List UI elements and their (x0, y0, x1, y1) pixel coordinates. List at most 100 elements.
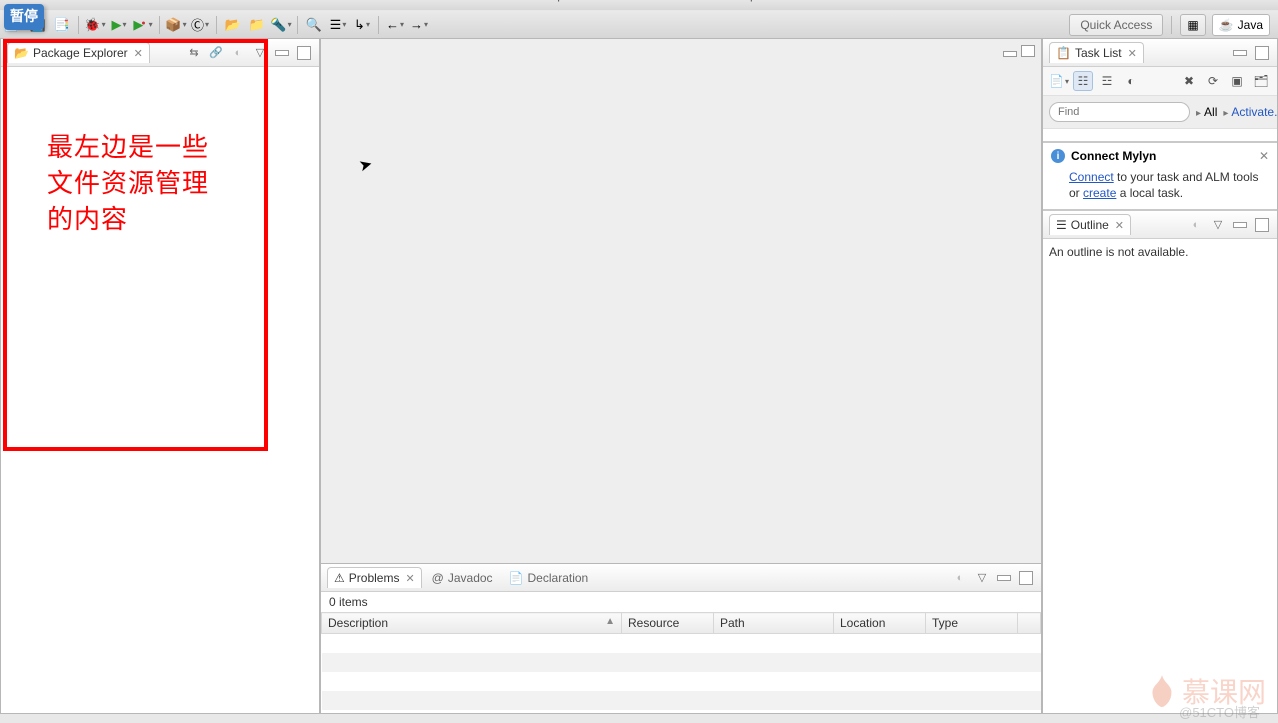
connect-mylyn-panel: i Connect Mylyn ✕ Connect to your task a… (1043, 142, 1277, 210)
tab-problems[interactable]: ⚠ Problems ✕ (327, 567, 422, 588)
save-all-button[interactable]: 📑 (52, 15, 72, 35)
categorized-icon[interactable]: ☷ (1073, 71, 1093, 91)
table-row (322, 691, 1041, 710)
tab-outline[interactable]: ☰ Outline ✕ (1049, 214, 1131, 235)
annotation-text: 最左边是一些 文件资源管理 的内容 (47, 129, 209, 237)
toggle-mark-button[interactable]: 🔍 (304, 15, 324, 35)
new-task-button[interactable]: 📄 (1049, 71, 1069, 91)
minimize-icon[interactable] (1231, 216, 1249, 234)
outline-view: ☰ Outline ✕ ◐ ▽ An outline is not availa… (1043, 210, 1277, 713)
maximize-icon[interactable] (1253, 44, 1271, 62)
perspective-java[interactable]: ☕ Java (1212, 14, 1270, 36)
maximize-icon[interactable] (1017, 569, 1035, 587)
toolbar-separator (78, 16, 79, 34)
activate-task-link[interactable]: Activate.... (1223, 105, 1278, 119)
maximize-icon[interactable] (1253, 216, 1271, 234)
focus-task-icon[interactable]: ◐ (951, 569, 969, 587)
run-last-button[interactable]: ▶ (133, 15, 153, 35)
mylyn-title: Connect Mylyn (1071, 149, 1156, 163)
link-editor-icon[interactable]: 🔗 (207, 44, 225, 62)
collapse-all-icon[interactable]: ⇆ (185, 44, 203, 62)
toolbar-separator (216, 16, 217, 34)
task-list-icon: 📋 (1056, 46, 1071, 60)
forward-button[interactable]: → (409, 15, 429, 35)
task-find-input[interactable] (1049, 102, 1190, 122)
quick-access-field[interactable]: Quick Access (1069, 14, 1163, 36)
sort-asc-icon: ▲ (605, 616, 615, 627)
col-type[interactable]: Type (926, 613, 1018, 634)
info-icon: i (1051, 149, 1065, 163)
close-icon[interactable]: ✕ (405, 572, 414, 585)
tab-package-explorer[interactable]: 📂 Package Explorer ✕ (7, 42, 150, 63)
annotation-nav-button[interactable]: ☰ (328, 15, 348, 35)
hide-completed-icon[interactable]: ✖ (1179, 71, 1199, 91)
focus-task-icon[interactable]: ◐ (229, 44, 247, 62)
outline-header: ☰ Outline ✕ ◐ ▽ (1043, 211, 1277, 239)
minimize-icon[interactable] (995, 569, 1013, 587)
maximize-icon[interactable] (295, 44, 313, 62)
window-titlebar: Java - Eclipse - /Users/Ilona/Documents/… (0, 0, 1278, 10)
view-menu-icon[interactable]: ▽ (251, 44, 269, 62)
package-explorer-icon: 📂 (14, 46, 29, 60)
new-java-package-button[interactable]: 📦 (166, 15, 186, 35)
open-perspective-button[interactable]: ▦ (1180, 14, 1205, 36)
close-icon[interactable]: ✕ (1259, 149, 1269, 163)
open-task-button[interactable]: 📁 (247, 15, 267, 35)
task-list-view: 📋 Task List ✕ 📄 ☷ ☲ ◐ ✖ ⟳ ▣ 🗂 (1043, 39, 1277, 142)
problems-table-body (322, 634, 1041, 710)
focus-task-icon[interactable]: ◐ (1187, 216, 1205, 234)
grid-icon: ▦ (1187, 18, 1198, 32)
connect-link[interactable]: Connect (1069, 170, 1114, 184)
bottom-panel-header: ⚠ Problems ✕ @ Javadoc 📄 Declaration ◐ ▽ (321, 564, 1041, 592)
tab-javadoc[interactable]: @ Javadoc (426, 568, 499, 588)
col-path[interactable]: Path (714, 613, 834, 634)
outline-icon: ☰ (1056, 218, 1067, 232)
col-location[interactable]: Location (834, 613, 926, 634)
close-icon[interactable]: ✕ (134, 47, 143, 60)
close-icon[interactable]: ✕ (1128, 47, 1137, 60)
mouse-cursor-icon: ➤ (357, 154, 375, 177)
focus-workweek-icon[interactable]: ◐ (1121, 71, 1141, 91)
debug-button[interactable]: 🐞 (85, 15, 105, 35)
minimize-icon[interactable] (1231, 44, 1249, 62)
create-link[interactable]: create (1083, 186, 1116, 200)
outline-body: An outline is not available. (1043, 239, 1277, 713)
task-presentation-icon[interactable]: 🗂 (1251, 71, 1271, 91)
search-button[interactable]: 🔦 (271, 15, 291, 35)
filter-all[interactable]: All (1196, 105, 1217, 119)
close-icon[interactable]: ✕ (1115, 219, 1124, 232)
table-row (322, 634, 1041, 653)
java-perspective-icon: ☕ (1219, 18, 1234, 32)
tab-label: Package Explorer (33, 46, 128, 60)
tab-declaration[interactable]: 📄 Declaration (503, 568, 595, 588)
view-menu-icon[interactable]: ▽ (1209, 216, 1227, 234)
tab-task-list[interactable]: 📋 Task List ✕ (1049, 42, 1144, 63)
javadoc-icon: @ (432, 571, 444, 585)
open-type-button[interactable]: 📂 (223, 15, 243, 35)
task-find-row: All Activate.... ⓘ (1043, 96, 1277, 129)
toolbar-separator (159, 16, 160, 34)
synchronize-icon[interactable]: ⟳ (1203, 71, 1223, 91)
package-explorer-header: 📂 Package Explorer ✕ ⇆ 🔗 ◐ ▽ (1, 39, 319, 67)
col-resource[interactable]: Resource (622, 613, 714, 634)
maximize-icon[interactable] (1021, 45, 1035, 57)
col-description[interactable]: Description▲ (322, 613, 622, 634)
tab-label: Outline (1071, 218, 1109, 232)
new-java-class-button[interactable]: Ⓒ (190, 15, 210, 35)
col-spacer (1018, 613, 1041, 634)
window-title: Java - Eclipse - /Users/Ilona/Documents/… (502, 0, 776, 2)
minimize-icon[interactable] (273, 44, 291, 62)
editor-column: ➤ ⚠ Problems ✕ @ Javadoc 📄 Declaration (320, 39, 1042, 714)
run-button[interactable]: ▶ (109, 15, 129, 35)
task-list-header: 📋 Task List ✕ (1043, 39, 1277, 67)
tab-label: Javadoc (448, 571, 493, 585)
view-menu-icon[interactable]: ▽ (973, 569, 991, 587)
collapse-all-icon[interactable]: ▣ (1227, 71, 1247, 91)
next-annotation-button[interactable]: ↳ (352, 15, 372, 35)
task-list-body[interactable] (1043, 129, 1277, 141)
outline-empty-label: An outline is not available. (1049, 245, 1188, 259)
minimize-icon[interactable] (1003, 51, 1017, 57)
scheduled-icon[interactable]: ☲ (1097, 71, 1117, 91)
editor-area[interactable]: ➤ (321, 39, 1041, 563)
back-button[interactable]: ← (385, 15, 405, 35)
